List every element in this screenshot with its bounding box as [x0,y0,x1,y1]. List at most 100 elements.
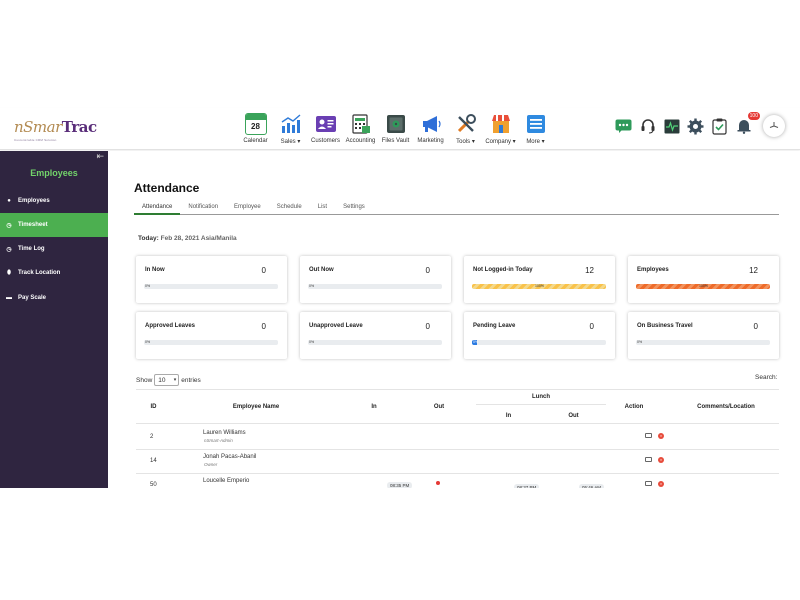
lunch-divider [476,404,606,405]
user-icon: ● [7,198,11,204]
sidebar-item-label: Track Location [18,270,61,276]
main-content: Attendance Attendance Notification Employe… [108,151,800,488]
view-details-icon[interactable] [645,433,652,438]
stat-value: 0 [261,322,266,331]
progress-bar: 100% [472,284,606,289]
col-header-in[interactable]: In [361,404,387,410]
tab-list[interactable]: List [310,201,335,215]
tab-notification[interactable]: Notification [180,201,226,215]
top-nav-item-marketing-megaphone[interactable]: Marketing [413,113,448,149]
view-details-icon[interactable] [645,481,652,486]
sidebar-title: Employees [30,168,78,178]
clock-icon: ◷ [6,222,12,229]
sidebar-collapse-arrow-icon[interactable]: ⇤ [96,151,104,162]
progress-bar: 0% [144,284,278,289]
top-nav-label: Tools ▾ [456,139,475,145]
top-nav-item-more-menu[interactable]: More ▾ [518,113,553,149]
settings-gear-icon[interactable] [687,118,704,135]
stat-card-unapproved-leave[interactable]: Unapproved Leave 0 0% [300,312,451,359]
col-header-employee-name[interactable]: Employee Name [196,404,316,410]
files-vault-icon [385,113,407,135]
delete-icon[interactable]: × [658,457,664,463]
brand-logo[interactable]: nSmarTrac Customizable CRM Solution [14,118,97,142]
stat-value: 12 [585,266,594,275]
stat-card-approved-leaves[interactable]: Approved Leaves 0 0% [136,312,287,359]
tools-icon [455,113,477,135]
view-details-icon[interactable] [645,457,652,462]
sidebar-item-track-location[interactable]: ⬮ Track Location [0,261,108,285]
top-nav-label: Customers [310,138,340,144]
entries-value: 10 [158,376,166,384]
entries-per-page-select[interactable]: 10 ▾ [154,374,180,386]
stat-card-pending-leave[interactable]: Pending Leave 0 0% [464,312,615,359]
sidebar-item-timesheet[interactable]: ◷ Timesheet [0,213,108,237]
top-nav-item-accounting[interactable]: Accounting [343,113,378,149]
today-label: Today: [138,235,159,242]
top-nav-item-customers[interactable]: Customers [308,113,343,149]
chevron-down-icon: ▾ [173,377,177,383]
top-nav-label: More ▾ [526,139,545,145]
top-nav-item-files-vault[interactable]: Files Vault [378,113,413,149]
stat-value: 12 [749,266,758,275]
stat-card-employees[interactable]: Employees 12 100% [628,256,779,303]
notification-count-badge: 100 [747,111,760,120]
tab-attendance[interactable]: Attendance [134,201,181,215]
col-header-lunch-out[interactable]: Out [561,413,586,419]
top-nav-label: Marketing [417,138,444,144]
top-nav-item-calendar[interactable]: 28 Calendar [238,113,273,149]
more-menu-icon [525,113,547,135]
stat-value: 0 [261,266,266,275]
delete-icon[interactable]: × [658,433,664,439]
progress-text: 0% [145,284,151,288]
checklist-icon[interactable] [711,118,728,135]
col-header-out[interactable]: Out [426,404,452,410]
tab-settings[interactable]: Settings [335,201,373,215]
stat-card-on-business-travel[interactable]: On Business Travel 0 0% [628,312,779,359]
bell-icon[interactable]: 100 [735,111,760,135]
table-divider [136,389,779,390]
stat-label: In Now [145,267,165,273]
sidebar-item-employees[interactable]: ● Employees [0,189,108,213]
table-divider [136,449,779,450]
delete-icon[interactable]: × [658,481,664,487]
top-nav-item-tools[interactable]: Tools ▾ [448,113,483,149]
clock-in-button[interactable] [763,115,785,137]
right-nav: 100 [615,111,785,137]
row-employee-role: nSmart-Admin [204,438,233,443]
progress-bar: 0% [308,340,442,345]
row-employee-name[interactable]: Jonah Pacas-Abanil [203,454,256,460]
sidebar-item-label: Employees [18,198,50,204]
sidebar-item-pay-scale[interactable]: ▬ Pay Scale [0,286,108,310]
progress-bar: 0% [472,340,606,345]
today-date: Today: Feb 28, 2021 Asia/Manila [138,235,237,242]
col-header-lunch-in[interactable]: In [496,413,521,419]
chat-icon[interactable] [615,118,632,135]
top-nav-label: Calendar [243,138,268,144]
stat-card-not-logged-in-today[interactable]: Not Logged-in Today 12 100% [464,256,615,303]
progress-text: 100% [699,284,708,288]
show-label: Show [136,376,153,384]
top-nav-item-sales-chart[interactable]: Sales ▾ [273,113,308,149]
progress-text: 0% [145,340,151,344]
time-in-pill: 08:35 PM [387,482,413,488]
top-nav-item-company-store[interactable]: Company ▾ [483,113,518,149]
stat-card-out-now[interactable]: Out Now 0 0% [300,256,451,303]
top-nav-label: Accounting [345,138,376,144]
row-employee-name[interactable]: Lauren Williams [203,430,246,436]
progress-bar: 0% [144,340,278,345]
row-employee-name[interactable]: Loucelle Emperio [203,478,249,484]
row-employee-role: Owner [204,462,218,467]
sidebar-item-time-log[interactable]: ◷ Time Log [0,237,108,261]
page-title: Attendance [134,181,200,195]
stat-label: Unapproved Leave [309,323,363,329]
headset-icon[interactable] [639,118,656,135]
progress-text: 0% [637,340,643,344]
col-header-id[interactable]: ID [136,404,171,410]
stat-value: 0 [589,322,594,331]
stat-card-in-now[interactable]: In Now 0 0% [136,256,287,303]
tab-employee[interactable]: Employee [226,201,269,215]
sidebar-item-label: Timesheet [18,222,48,228]
tab-schedule[interactable]: Schedule [269,201,310,215]
progress-text: 0% [473,340,479,344]
activity-monitor-icon[interactable] [663,118,680,135]
